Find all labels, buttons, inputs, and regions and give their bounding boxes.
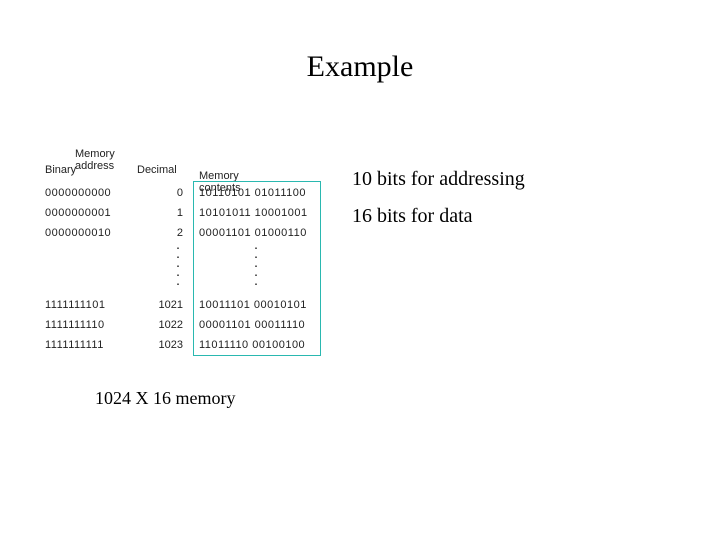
decimal-cell: 1 <box>137 206 183 220</box>
page-title: Example <box>0 50 720 84</box>
binary-cell: 1111111111 <box>45 338 135 352</box>
binary-column-header: Binary <box>45 164 76 176</box>
decimal-column-header: Decimal <box>137 164 177 176</box>
contents-cell: 00001101 00011110 <box>199 318 319 332</box>
decimal-cell: 2 <box>137 226 183 240</box>
contents-cell: 10011101 00010101 <box>199 298 319 312</box>
decimal-cell: 1021 <box>137 298 183 312</box>
ellipsis-icon: ..... <box>173 244 183 289</box>
note-data: 16 bits for data <box>352 205 525 228</box>
binary-cell: 0000000001 <box>45 206 135 220</box>
note-addressing: 10 bits for addressing <box>352 168 525 191</box>
ellipsis-icon: ..... <box>251 244 261 289</box>
decimal-cell: 1023 <box>137 338 183 352</box>
decimal-cell: 0 <box>137 186 183 200</box>
memory-address-label: Memory address <box>75 148 115 172</box>
contents-cell: 10110101 01011100 <box>199 186 319 200</box>
contents-cell: 10101011 10001001 <box>199 206 319 220</box>
binary-cell: 0000000010 <box>45 226 135 240</box>
contents-cell: 00001101 01000110 <box>199 226 319 240</box>
binary-cell: 1111111110 <box>45 318 135 332</box>
binary-cell: 1111111101 <box>45 298 135 312</box>
binary-cell: 0000000000 <box>45 186 135 200</box>
decimal-cell: 1022 <box>137 318 183 332</box>
contents-cell: 11011110 00100100 <box>199 338 319 352</box>
figure-caption: 1024 X 16 memory <box>95 388 235 409</box>
notes: 10 bits for addressing 16 bits for data <box>352 168 525 242</box>
